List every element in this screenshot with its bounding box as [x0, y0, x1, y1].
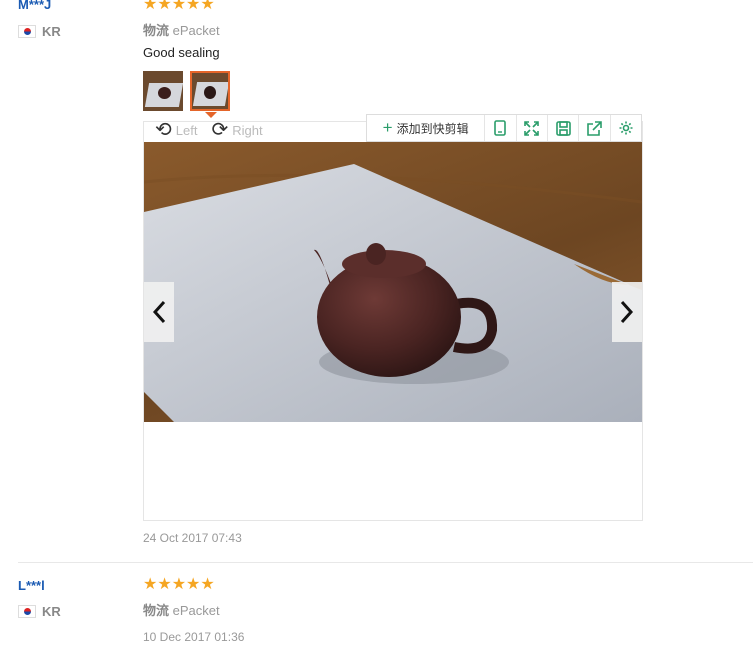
review-date: 10 Dec 2017 01:36 — [143, 630, 245, 644]
reviewer-name: M***J — [18, 0, 52, 12]
plus-icon: + — [382, 118, 393, 137]
logistics-value: ePacket — [172, 23, 220, 38]
reviewer-country: KR — [18, 604, 61, 619]
rotate-left-label[interactable]: Left — [176, 123, 198, 138]
country-code: KR — [42, 604, 61, 619]
save-icon[interactable] — [546, 115, 578, 141]
logistics-label: 物流 — [143, 603, 170, 618]
review-comment: Good sealing — [143, 45, 220, 60]
fullscreen-icon[interactable] — [515, 115, 547, 141]
logistics-info: 物流 ePacket — [143, 600, 220, 619]
country-code: KR — [42, 24, 61, 39]
logistics-label: 物流 — [143, 23, 170, 38]
selected-thumb-pointer — [205, 112, 217, 118]
logistics-info: 物流 ePacket — [143, 20, 220, 39]
phone-icon[interactable] — [484, 115, 515, 141]
add-to-clip-button[interactable]: + 添加到快剪辑 — [367, 115, 484, 141]
review-date: 24 Oct 2017 07:43 — [143, 531, 242, 545]
next-photo-button[interactable] — [612, 282, 642, 342]
korea-flag-icon — [18, 25, 36, 38]
add-to-clip-label: 添加到快剪辑 — [396, 121, 469, 136]
reviewer-name: L***l — [18, 578, 45, 593]
review-photo-thumbnail[interactable] — [143, 71, 183, 111]
rotate-right-icon[interactable]: ⟳ — [211, 120, 228, 140]
share-icon[interactable] — [578, 115, 609, 141]
clip-toolbar: + 添加到快剪辑 — [366, 114, 642, 142]
rotate-left-icon[interactable]: ⟲ — [155, 120, 172, 140]
rotate-controls: ⟲ Left ⟳ Right — [155, 120, 263, 140]
review-photo-thumbnail-selected[interactable] — [190, 71, 230, 111]
gear-icon[interactable] — [609, 115, 641, 141]
korea-flag-icon — [18, 605, 36, 618]
star-rating: ★★★★★ — [143, 576, 215, 593]
review-divider — [18, 562, 753, 563]
logistics-value: ePacket — [172, 603, 220, 618]
reviewer-country: KR — [18, 24, 61, 39]
chevron-right-icon — [620, 300, 634, 324]
chevron-left-icon — [152, 300, 166, 324]
prev-photo-button[interactable] — [144, 282, 174, 342]
rotate-right-label[interactable]: Right — [232, 123, 262, 138]
review-photo-large — [144, 142, 642, 422]
star-rating: ★★★★★ — [143, 0, 215, 13]
